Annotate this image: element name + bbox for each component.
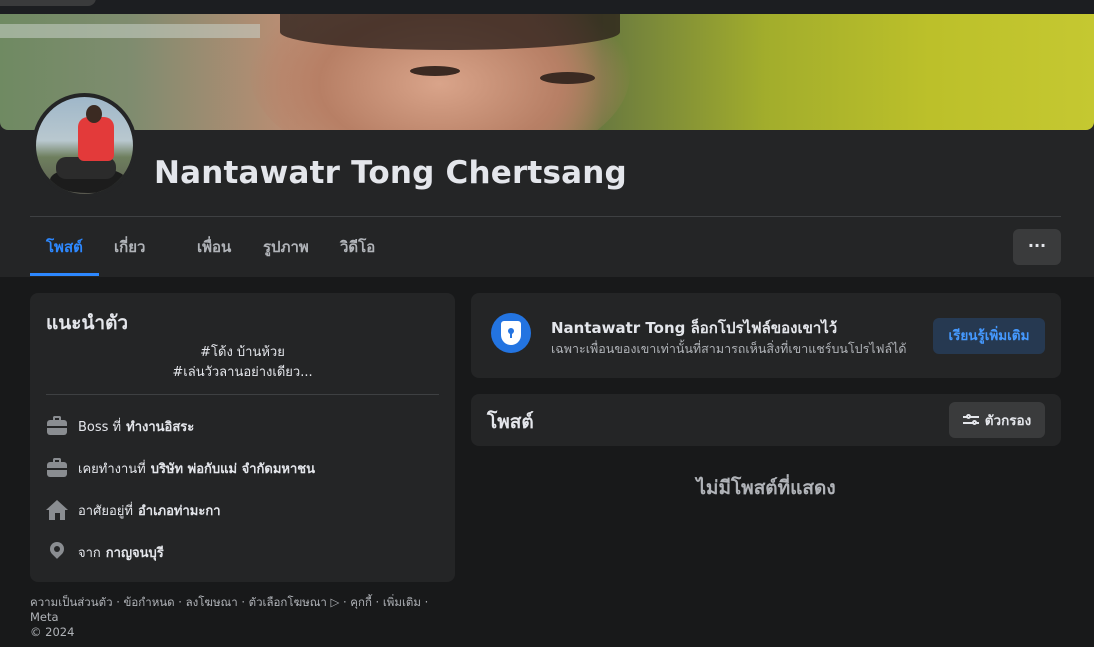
briefcase-icon bbox=[46, 415, 68, 437]
intro-card: แนะนำตัว #โด้ง บ้านห้วย #เล่นวัวลานอย่าง… bbox=[30, 293, 455, 582]
bio-line: #โด้ง บ้านห้วย bbox=[200, 345, 285, 360]
top-tab-fragment bbox=[0, 0, 96, 6]
cover-hair bbox=[280, 14, 620, 50]
location-pin-icon bbox=[46, 539, 68, 563]
info-row-from: จาก กาญจนบุรี bbox=[46, 539, 164, 563]
info-value-link[interactable]: กาญจนบุรี bbox=[106, 542, 164, 563]
shield-lock-icon bbox=[491, 313, 531, 353]
learn-more-button[interactable]: เรียนรู้เพิ่มเติม bbox=[933, 318, 1045, 354]
briefcase-icon bbox=[46, 457, 68, 479]
no-posts-message: ไม่มีโพสต์ที่แสดง bbox=[696, 477, 836, 499]
posts-title: โพสต์ bbox=[487, 411, 534, 433]
intro-title: แนะนำตัว bbox=[46, 312, 129, 334]
profile-name: Nantawatr Tong Chertsang bbox=[154, 155, 627, 191]
info-value-link[interactable]: บริษัท พ่อกับแม่ จำกัดมหาชน bbox=[151, 458, 315, 479]
info-prefix: เคยทำงานที่ bbox=[78, 461, 146, 477]
filter-button[interactable]: ตัวกรอง bbox=[949, 402, 1045, 438]
bio-line: #เล่นวัวลานอย่างเดียว... bbox=[172, 365, 313, 380]
info-prefix: อาศัยอยู่ที่ bbox=[78, 503, 133, 519]
locked-profile-notice: Nantawatr Tong ล็อกโปรไฟล์ของเขาไว้ เฉพา… bbox=[471, 293, 1061, 378]
tab-friends[interactable]: เพื่อน bbox=[181, 218, 247, 276]
footer-links-line[interactable]: ความเป็นส่วนตัว · ข้อกำหนด · ลงโฆษณา · ต… bbox=[30, 595, 455, 625]
avatar-person bbox=[78, 117, 114, 161]
cover-rail bbox=[0, 24, 260, 38]
home-icon bbox=[46, 499, 68, 521]
more-options-button[interactable]: ··· bbox=[1013, 229, 1061, 265]
info-prefix: จาก bbox=[78, 545, 101, 561]
tab-about[interactable]: เกี่ยวกับ bbox=[98, 218, 161, 314]
avatar-head bbox=[86, 105, 102, 123]
footer-links: ความเป็นส่วนตัว · ข้อกำหนด · ลงโฆษณา · ต… bbox=[30, 595, 455, 640]
posts-header-card: โพสต์ ตัวกรอง bbox=[471, 394, 1061, 446]
info-row-past-work: เคยทำงานที่ บริษัท พ่อกับแม่ จำกัดมหาชน bbox=[46, 457, 315, 479]
bio-text: #โด้ง บ้านห้วย #เล่นวัวลานอย่างเดียว... bbox=[30, 343, 455, 383]
tab-posts[interactable]: โพสต์ bbox=[30, 218, 99, 276]
cover-eye bbox=[540, 72, 595, 84]
locked-subtitle: เฉพาะเพื่อนของเขาเท่านั้นที่สามารถเห็นสิ… bbox=[551, 341, 907, 356]
browser-top-strip bbox=[0, 0, 1094, 14]
tab-videos[interactable]: วิดีโอ bbox=[324, 218, 391, 276]
profile-avatar[interactable] bbox=[32, 93, 137, 198]
filter-label: ตัวกรอง bbox=[984, 413, 1032, 429]
footer-copyright: © 2024 bbox=[30, 625, 75, 639]
filter-sliders-icon bbox=[962, 414, 979, 426]
intro-divider bbox=[46, 394, 439, 395]
info-prefix: Boss ที่ bbox=[78, 419, 122, 435]
tab-photos[interactable]: รูปภาพ bbox=[247, 218, 325, 276]
cover-eye bbox=[410, 66, 460, 76]
cover-photo[interactable] bbox=[0, 14, 1094, 130]
locked-title: Nantawatr Tong ล็อกโปรไฟล์ของเขาไว้ bbox=[551, 319, 838, 337]
header-divider bbox=[30, 216, 1061, 217]
info-row-work: Boss ที่ ทำงานอิสระ bbox=[46, 415, 194, 437]
info-row-lives-in: อาศัยอยู่ที่ อำเภอท่ามะกา bbox=[46, 499, 221, 521]
profile-header bbox=[0, 14, 1094, 277]
info-value-link[interactable]: อำเภอท่ามะกา bbox=[138, 500, 221, 521]
info-value-link[interactable]: ทำงานอิสระ bbox=[126, 416, 194, 437]
